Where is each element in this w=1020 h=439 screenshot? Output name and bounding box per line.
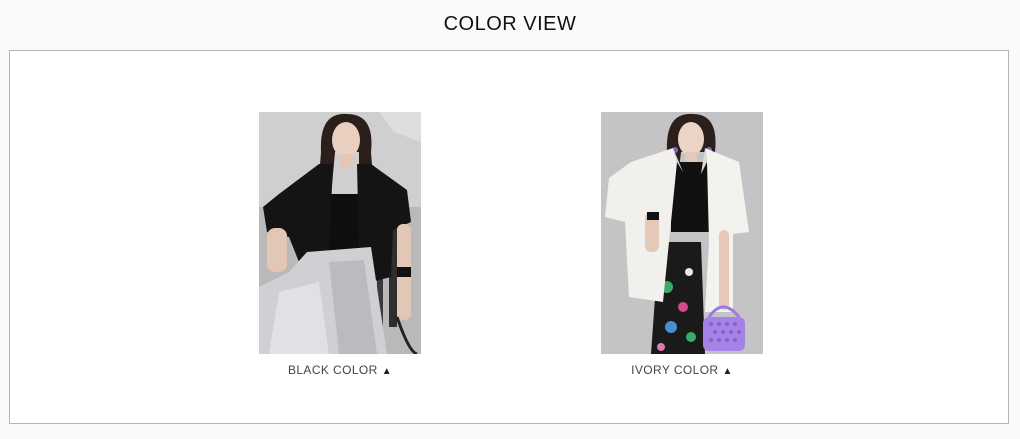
triangle-up-icon: ▲	[381, 366, 393, 377]
black-color-image	[259, 112, 421, 354]
ivory-color-photo[interactable]	[601, 112, 763, 354]
color-swatch-ivory: IVORY COLOR ▲	[601, 112, 763, 377]
ivory-color-label: IVORY COLOR	[631, 363, 719, 377]
color-swatch-black: BLACK COLOR ▲	[259, 112, 421, 377]
triangle-up-icon: ▲	[722, 366, 733, 377]
section-title: COLOR VIEW	[443, 13, 577, 35]
ivory-color-caption[interactable]: IVORY COLOR ▲	[601, 363, 763, 377]
black-color-caption[interactable]: BLACK COLOR ▲	[259, 363, 421, 377]
color-view-page: COLOR VIEW BLACK COLOR ▲ IVORY COLOR ▲	[0, 0, 1020, 439]
black-color-photo[interactable]	[259, 112, 421, 354]
ivory-color-image	[601, 112, 763, 354]
black-color-label: BLACK COLOR	[287, 363, 378, 377]
color-view-frame: BLACK COLOR ▲ IVORY COLOR ▲	[9, 50, 1009, 424]
